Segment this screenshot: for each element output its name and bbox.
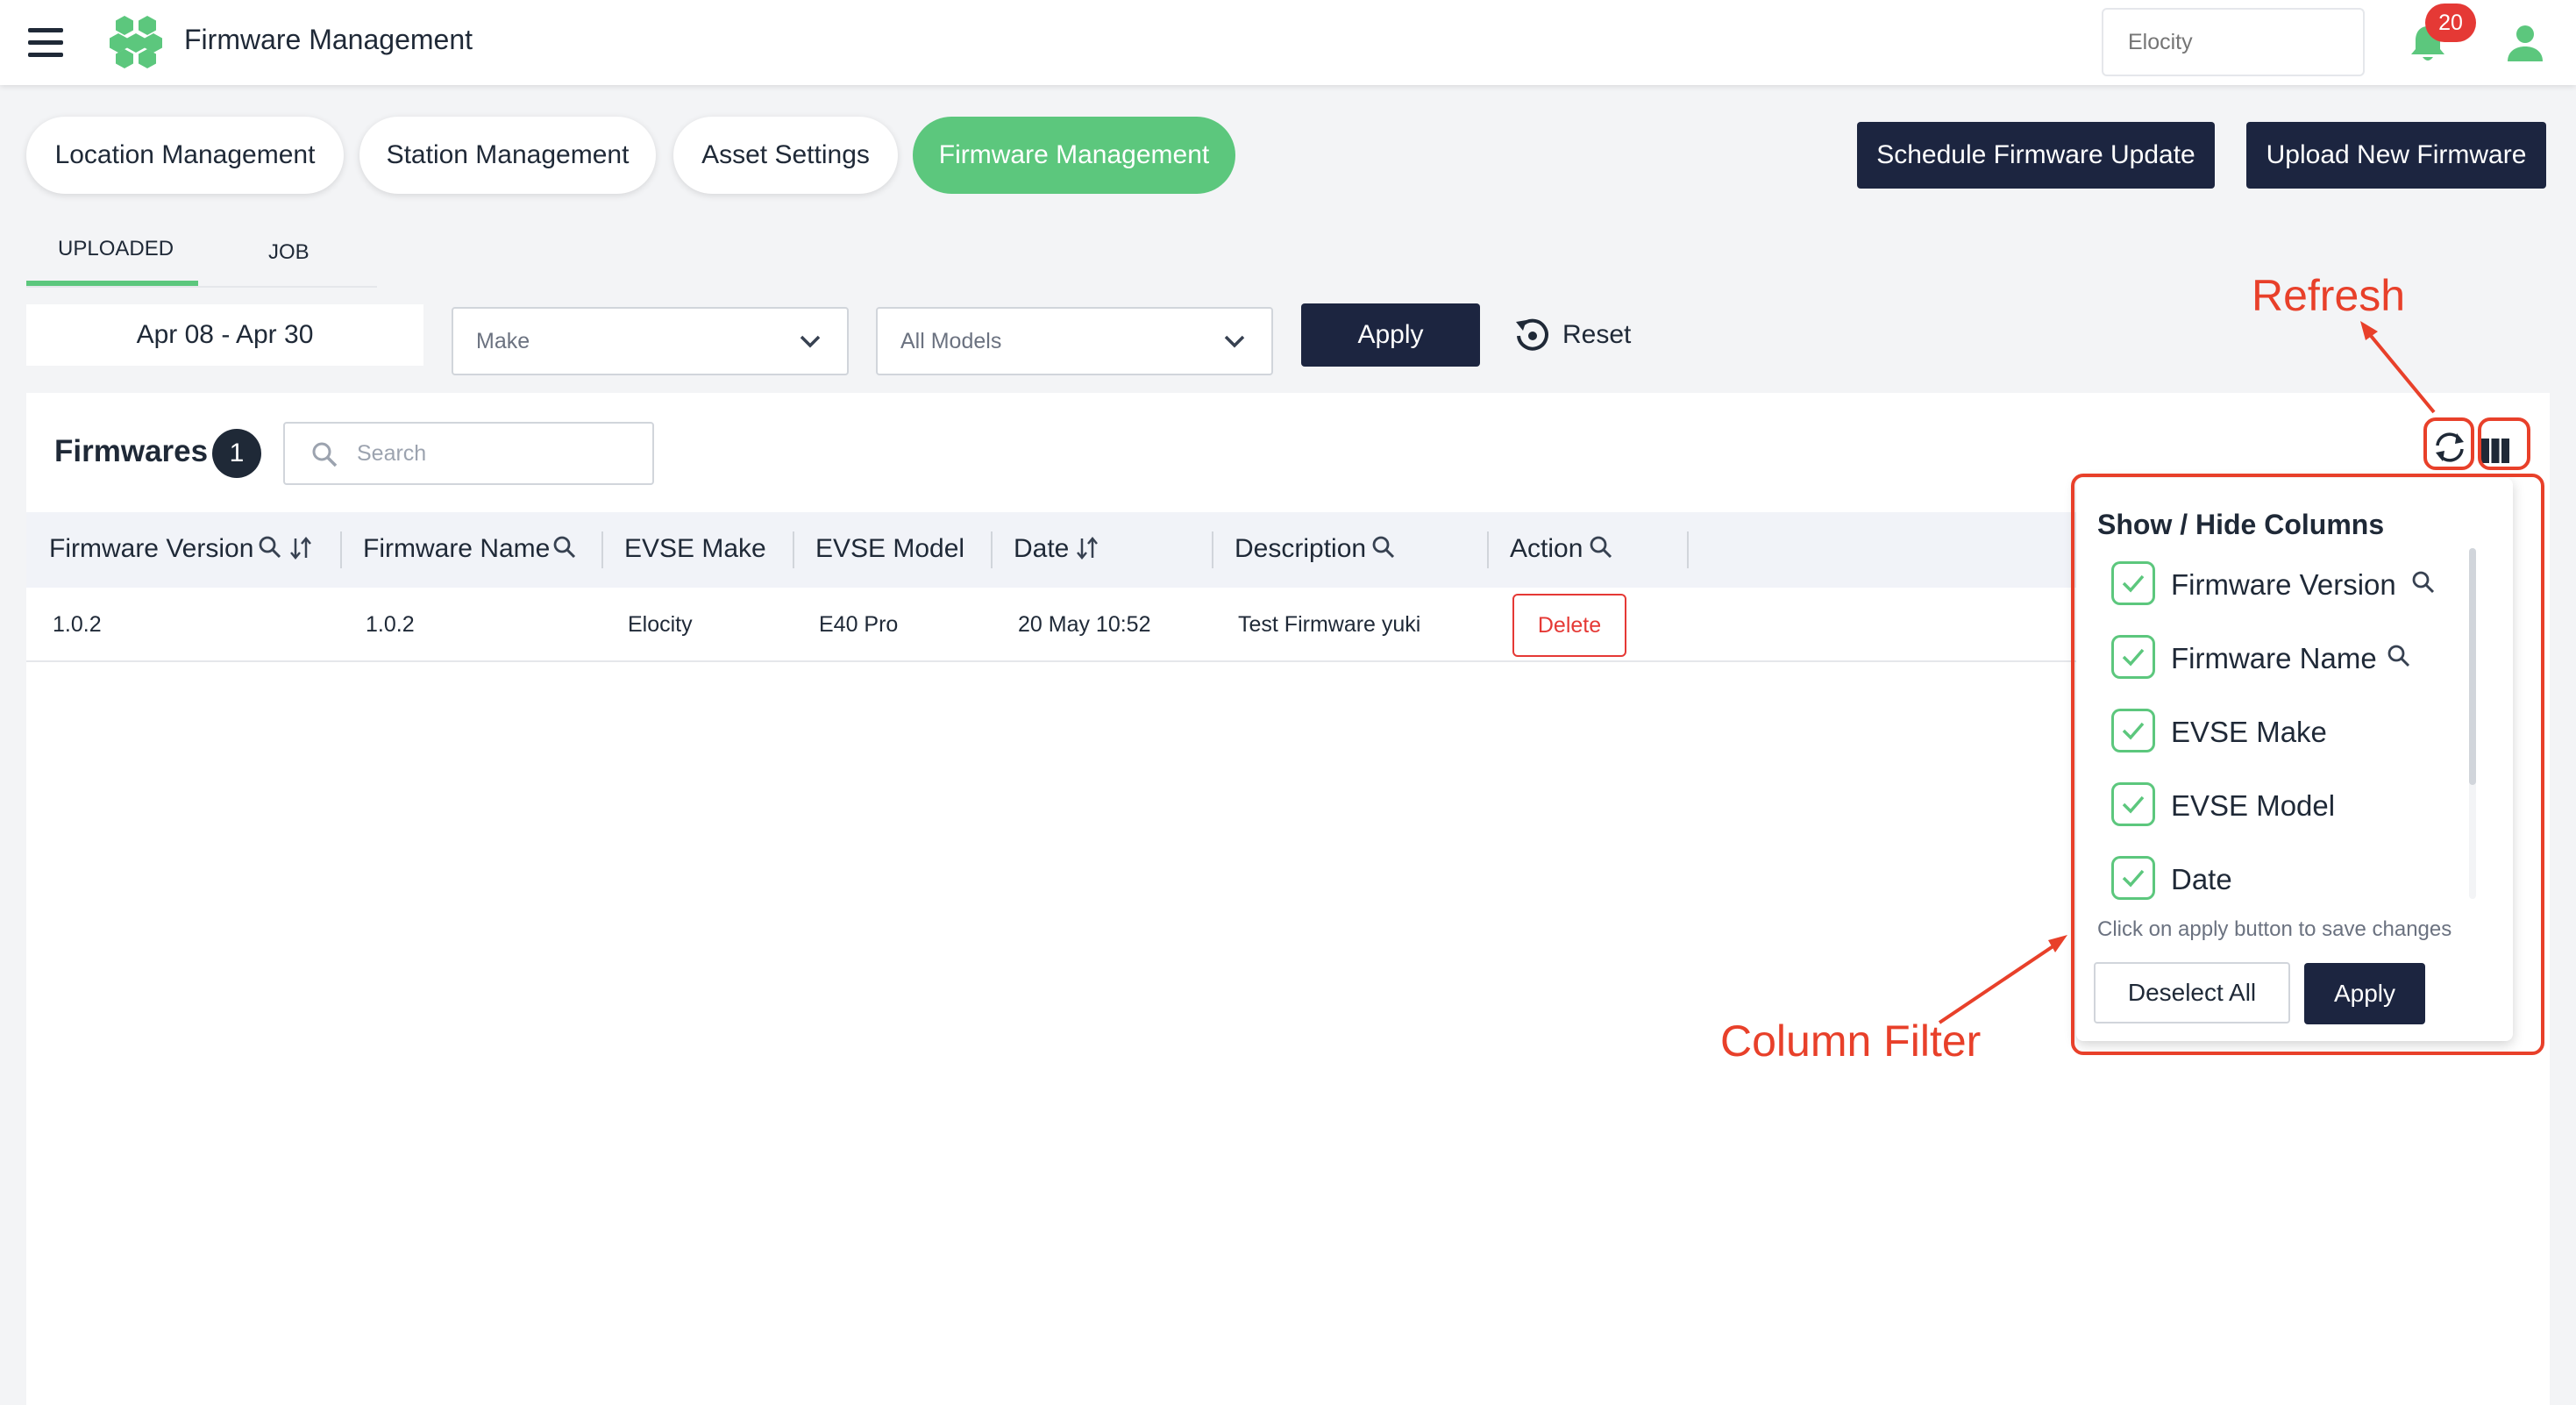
annotation-arrows (1938, 321, 2436, 1024)
